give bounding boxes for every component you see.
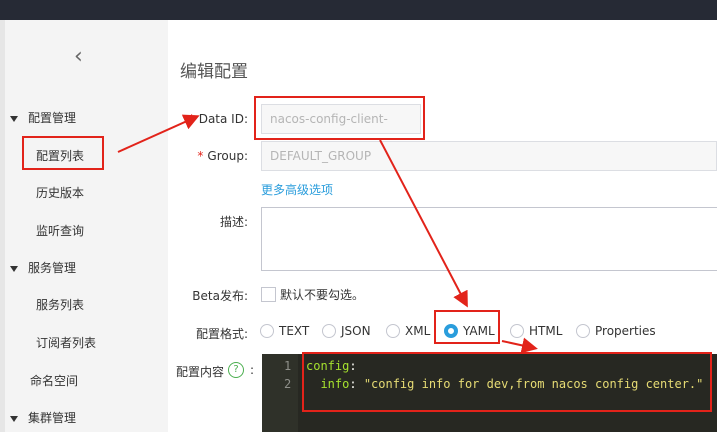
annotation-box-content	[302, 352, 712, 412]
top-bar	[0, 0, 717, 20]
description-textarea[interactable]	[261, 207, 717, 271]
radio-text-label: TEXT	[279, 324, 310, 338]
sidebar-group-config[interactable]: 配置管理	[10, 109, 76, 126]
beta-checkbox-label: 默认不要勾选。	[280, 288, 365, 302]
annotation-box-config-list	[22, 136, 104, 170]
sidebar-item-service-list[interactable]: 服务列表	[36, 296, 84, 313]
chevron-left-icon[interactable]: ‹	[74, 46, 83, 68]
radio-xml[interactable]	[386, 324, 400, 338]
sidebar-item-listener[interactable]: 监听查询	[36, 222, 84, 239]
sidebar-item-history[interactable]: 历史版本	[36, 184, 84, 201]
caret-down-icon	[10, 415, 18, 422]
radio-properties-label: Properties	[595, 324, 656, 338]
sidebar-item-subscribers[interactable]: 订阅者列表	[36, 334, 96, 351]
beta-label: Beta发布:	[192, 289, 248, 303]
advanced-options-link[interactable]: 更多高级选项	[261, 181, 333, 198]
line-number: 2	[284, 377, 292, 391]
radio-json[interactable]	[322, 324, 336, 338]
arrow-to-content	[501, 337, 538, 354]
group-label: * Group:	[197, 149, 248, 163]
radio-html-label: HTML	[529, 324, 563, 338]
radio-json-label: JSON	[341, 324, 371, 338]
sidebar-item-namespace[interactable]: 命名空间	[30, 372, 78, 389]
annotation-box-yaml	[434, 310, 500, 344]
caret-down-icon	[10, 265, 18, 272]
editor-gutter	[262, 354, 298, 432]
format-label: 配置格式:	[195, 327, 248, 341]
data-id-label: * Data ID:	[188, 112, 248, 126]
line-number: 1	[284, 359, 292, 373]
description-label: 描述:	[219, 215, 248, 229]
radio-properties[interactable]	[576, 324, 590, 338]
annotation-box-data-id	[254, 96, 425, 140]
group-input[interactable]: DEFAULT_GROUP	[261, 141, 717, 171]
radio-text[interactable]	[260, 324, 274, 338]
content-colon: :	[249, 363, 254, 377]
sidebar-group-service[interactable]: 服务管理	[10, 259, 76, 276]
caret-down-icon	[10, 115, 18, 122]
radio-html[interactable]	[510, 324, 524, 338]
sidebar-edge	[0, 20, 5, 432]
beta-checkbox[interactable]	[261, 287, 276, 302]
sidebar-group-cluster[interactable]: 集群管理	[10, 409, 76, 426]
radio-xml-label: XML	[405, 324, 431, 338]
page-title: 编辑配置	[180, 62, 248, 82]
